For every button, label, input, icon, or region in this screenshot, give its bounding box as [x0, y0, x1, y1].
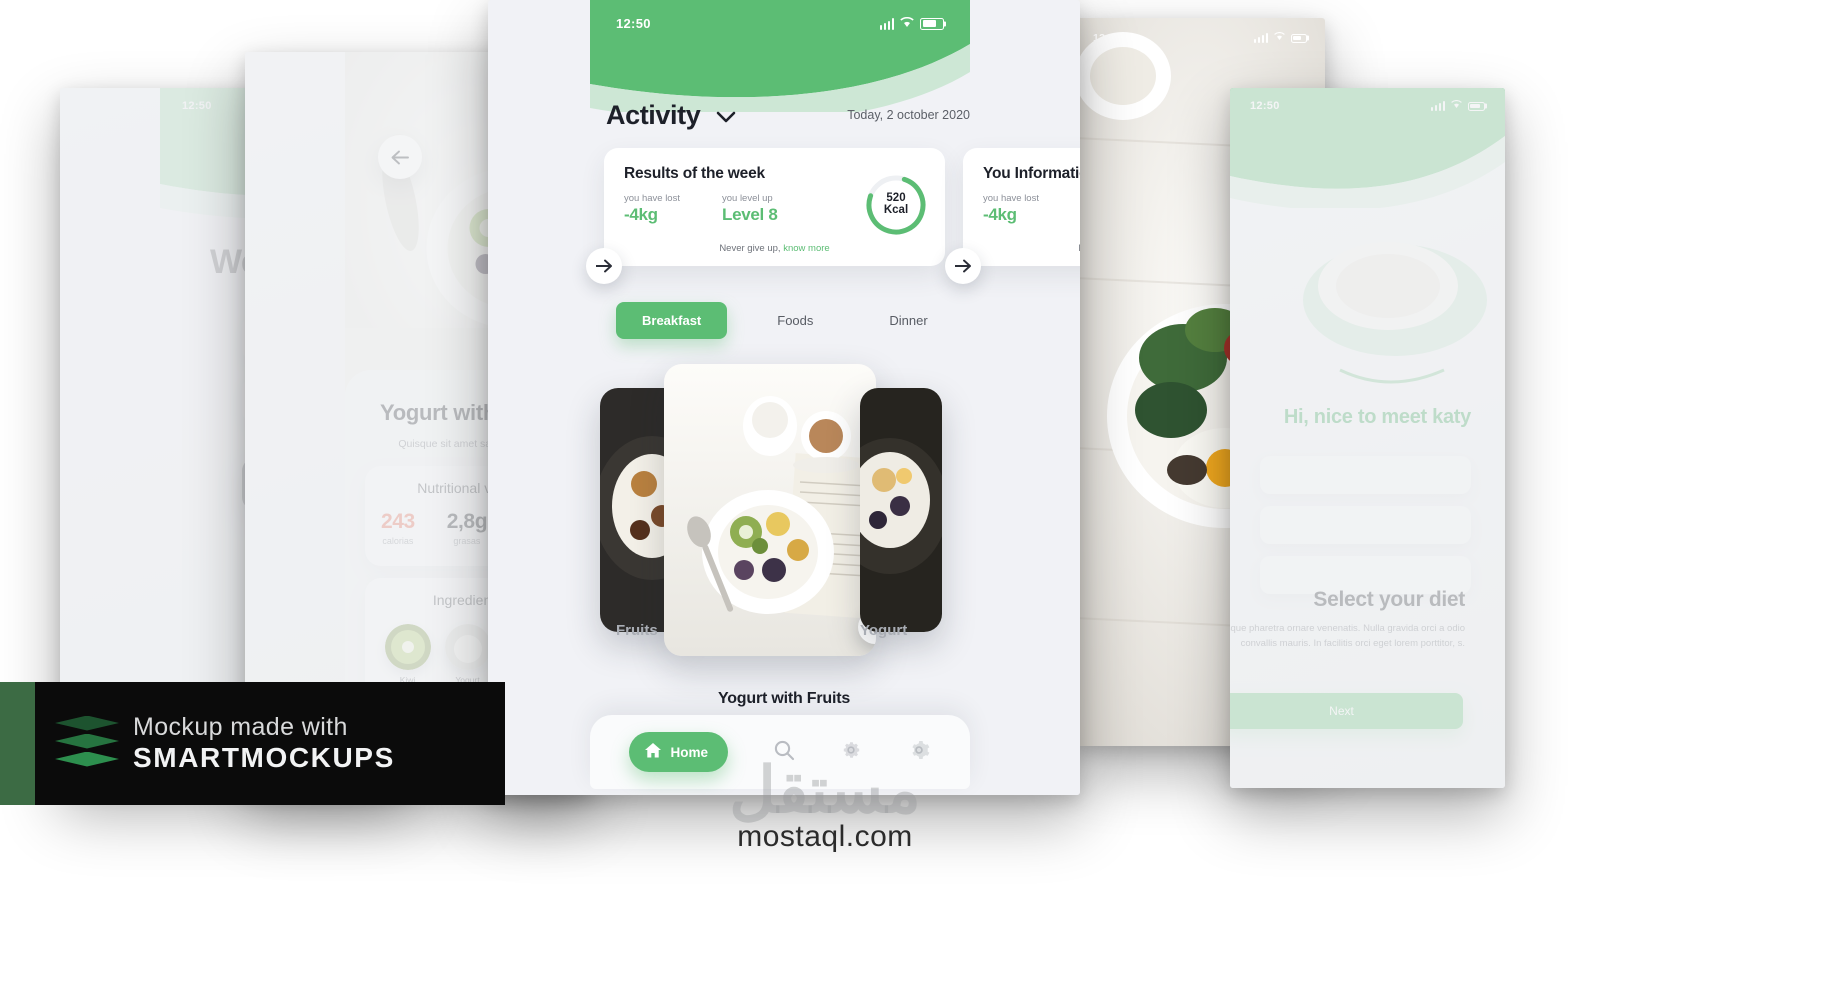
card-footer-text: Never give up, — [719, 243, 784, 254]
phone-onboarding: 12:50 Hi, nice to meet katy Select your … — [1230, 88, 1505, 788]
page-title: Activity — [606, 100, 701, 130]
tab-breakfast[interactable]: Breakfast — [616, 302, 728, 339]
status-bar: 12:50 — [1075, 32, 1325, 44]
nutrition-item: 2,8g grasas — [446, 510, 488, 546]
smartmockups-watermark: Mockup made with SMARTMOCKUPS — [35, 682, 505, 805]
tab-foods[interactable]: Foods — [751, 302, 839, 339]
phone-activity: 12:50 Activity Today, 2 october 2020 Res… — [488, 0, 1080, 795]
smartmockups-line1: Mockup made with — [133, 713, 348, 741]
you-information-card[interactable]: You Information you have lost -4kg you l… — [945, 148, 1080, 284]
arrow-right-icon — [595, 259, 612, 273]
mostaql-url: mostaql.com — [737, 820, 913, 853]
status-icons — [1430, 100, 1485, 112]
mockup-scene: 12:50 Welcome mauricio@design.com ••••••… — [0, 0, 1833, 987]
ring-text: 520 Kcal — [865, 174, 927, 236]
activity-date: Today, 2 october 2020 — [847, 108, 970, 122]
layers-icon — [55, 712, 119, 776]
stat-card-row: Results of the week you have lost -4kg y… — [586, 148, 1080, 284]
status-bar: 12:50 — [590, 16, 970, 31]
carousel-right-title: Yogurt — [860, 622, 908, 639]
signal-icon — [1430, 101, 1445, 111]
green-accent-bar — [0, 682, 38, 805]
next-button[interactable]: Next — [1230, 693, 1463, 729]
smartmockups-text: Mockup made with SMARTMOCKUPS — [133, 713, 395, 774]
metric: you have lost -4kg — [624, 193, 680, 225]
diet-option-field-1[interactable] — [1260, 456, 1471, 494]
nutrition-label: calorias — [382, 536, 414, 546]
smartmockups-line2: SMARTMOCKUPS — [133, 742, 395, 773]
tab-dinner[interactable]: Dinner — [863, 302, 953, 339]
metric-label: you have lost — [983, 193, 1039, 204]
signal-icon — [1253, 33, 1268, 43]
back-button[interactable] — [378, 135, 422, 179]
onboarding-screen: 12:50 Hi, nice to meet katy Select your … — [1230, 88, 1505, 788]
status-bar: 12:50 — [1230, 100, 1505, 112]
carousel-card-right[interactable] — [860, 388, 942, 632]
ingredient-thumb-kiwi — [384, 624, 431, 670]
card-metrics: you have lost -4kg you level up Level 8 — [983, 193, 1080, 225]
metric: you level up Level 8 — [722, 193, 778, 225]
card-footer: Never give up, know more — [604, 243, 945, 254]
selected-food-title: Yogurt with Fruits — [717, 690, 851, 707]
card-next-button[interactable] — [945, 248, 981, 284]
mostaql-watermark: مستقل mostaql.com — [610, 714, 1040, 854]
nutrition-label: grasas — [453, 536, 481, 546]
card-footer: Never give up, know more — [963, 243, 1080, 254]
onboarding-heading: Select your diet — [1313, 588, 1465, 611]
carousel-card-center[interactable] — [664, 364, 876, 656]
nutrition-value: 2,8g — [446, 510, 488, 533]
ingredient-thumb-yogurt — [444, 624, 491, 670]
results-of-week-card[interactable]: Results of the week you have lost -4kg y… — [586, 148, 945, 284]
battery-icon — [1291, 33, 1307, 43]
diet-illustration — [1303, 242, 1487, 384]
status-time: 12:50 — [182, 100, 212, 112]
metric: you have lost -4kg — [983, 193, 1039, 225]
activity-header: Activity Today, 2 october 2020 — [606, 100, 970, 131]
card-next-button[interactable] — [586, 248, 622, 284]
signal-icon — [879, 17, 894, 30]
food-carousel: Fruits Yogurt — [488, 360, 1080, 660]
activity-screen: 12:50 Activity Today, 2 october 2020 Res… — [488, 0, 1080, 795]
arrow-right-icon — [954, 259, 971, 273]
calorie-ring: 520 Kcal — [865, 174, 927, 236]
chevron-down-icon[interactable] — [716, 110, 736, 122]
wifi-icon — [1451, 100, 1462, 112]
onboarding-paragraph: Pellentesque pharetra ornare venenatis. … — [1230, 623, 1465, 649]
status-time: 12:50 — [1093, 32, 1122, 44]
metric-label: you level up — [721, 193, 773, 204]
ingredient-item[interactable]: Yogurt — [444, 624, 491, 685]
status-time: 12:50 — [616, 16, 651, 31]
arrow-left-icon — [391, 150, 409, 164]
mostaql-logo: مستقل — [729, 754, 921, 827]
onboarding-greeting: Hi, nice to meet katy — [1283, 406, 1471, 428]
battery-icon — [920, 17, 944, 30]
metric-value: Level 8 — [721, 205, 778, 224]
metric-value: -4kg — [983, 205, 1017, 224]
card-footer-text: Never give up, — [1078, 243, 1080, 254]
wifi-icon — [1274, 32, 1285, 44]
ring-unit: Kcal — [883, 204, 909, 216]
carousel-left-title: Fruits — [616, 622, 658, 639]
status-icons — [1253, 32, 1307, 44]
status-icons — [879, 16, 944, 31]
nutrition-value: 243 — [380, 510, 415, 533]
card-title: You Information — [983, 165, 1080, 182]
wifi-icon — [900, 16, 914, 31]
know-more-link[interactable]: know more — [783, 243, 829, 254]
nutrition-item: 243 calorias — [381, 510, 415, 546]
diet-option-field-2[interactable] — [1260, 506, 1471, 544]
battery-icon — [1468, 101, 1485, 111]
metric-value: -4kg — [624, 205, 658, 224]
ingredient-item[interactable]: Kiwi — [384, 624, 431, 685]
status-time: 12:50 — [1250, 100, 1280, 112]
meal-tabs: Breakfast Foods Dinner — [616, 302, 954, 339]
metric-label: you have lost — [624, 193, 680, 204]
